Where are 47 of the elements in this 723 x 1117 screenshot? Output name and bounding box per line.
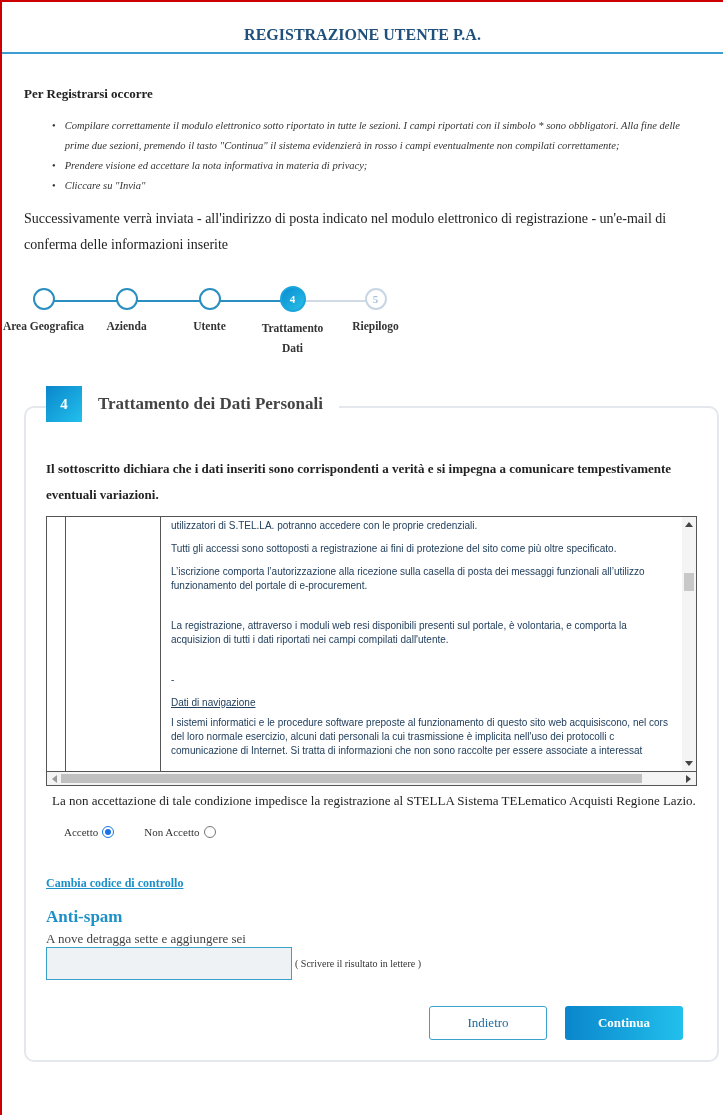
answer-field[interactable] <box>46 947 292 980</box>
back-button[interactable]: Indietro <box>429 1006 547 1040</box>
scrollbar-thumb[interactable] <box>684 573 694 591</box>
intro-heading: Per Registrarsi occorre <box>24 86 154 102</box>
scroll-right-icon[interactable] <box>686 774 692 783</box>
step-label: Utente <box>193 319 226 334</box>
privacy-text-box[interactable] <box>46 516 697 772</box>
step-label: Azienda <box>106 319 147 334</box>
privacy-paragraph: La registrazione, attraverso i moduli web resi disponibili presenti sul portale, è volontaria, e comporta la acquisizion di tutti i dati riportati nei campi compilati dall'utente. <box>171 619 628 647</box>
vertical-scrollbar[interactable] <box>682 517 696 771</box>
step-circle <box>115 288 138 310</box>
step-label: Area Geografica <box>2 319 85 335</box>
horizontal-scrollbar[interactable] <box>47 772 696 785</box>
section-title: Trattamento dei Dati Personali <box>98 394 323 414</box>
step-label: Trattamento Dati <box>260 321 325 356</box>
step-circle: 4 <box>279 286 306 312</box>
bullet-mark: • <box>52 179 56 193</box>
instruction-item: Compilare correttamente il modulo elettronico sotto riportato in tutte le sezioni. I campi riportati con il simbolo * sono obbligatori. Alla fine delle prime due sezioni, premendo il tasto "Continua" il sistema evidenzierà in rosso i campi eventualmente non compilati correttamente; <box>64 119 681 153</box>
confirmation-note: Successivamente verrà inviata - all'indirizzo di posta indicato nel modulo elettronico di registrazione - un'e-mail di conferma delle informazioni inserite <box>24 210 668 254</box>
antispam-question: A nove detragga sette e aggiungere sei <box>46 931 247 947</box>
scroll-down-icon[interactable] <box>685 761 693 767</box>
step-circle: 5 <box>364 288 387 310</box>
privacy-paragraph: L’iscrizione comporta l’autorizzazione alla ricezione sulla casella di posta dei messaggi funzionali all’utilizzo funzionamento del portale di e-procurement. <box>171 565 646 593</box>
privacy-subheading: Dati di navigazione <box>171 696 257 710</box>
step-circle <box>198 288 221 310</box>
instruction-item: Cliccare su "Invia" <box>64 179 146 193</box>
bullet-mark: • <box>52 159 56 173</box>
consent-radio[interactable]: Accetto <box>64 826 115 838</box>
privacy-paragraph: Tutti gli accessi sono sottoposti a registrazione ai fini di protezione del sito come più oltre specificato. <box>171 542 618 556</box>
bullet-mark: • <box>52 119 56 133</box>
privacy-paragraph: I sistemi informatici e le procedure software preposte al funzionamento di questo sito web acquisiscono, nel cors del loro normale esercizio, alcuni dati personali la cui trasmissione è implicita nell'uso dei protocolli c comunicazione di Internet. Si tratta di informazioni che non sono raccolte per essere associate a interessat <box>171 716 669 758</box>
instruction-item: Prendere visione ed accettare la nota informativa in materia di privacy; <box>64 159 368 173</box>
scroll-left-icon[interactable] <box>51 774 57 783</box>
step-label: Riepilogo <box>352 319 399 335</box>
privacy-paragraph: - <box>171 673 176 687</box>
scrollbar-thumb[interactable] <box>61 774 642 783</box>
section-number: 4 <box>46 386 82 422</box>
step-circle <box>32 288 55 310</box>
page-title: REGISTRAZIONE UTENTE P.A. <box>244 26 481 44</box>
declaration-text: Il sottoscritto dichiara che i dati inseriti sono corrispondenti a verità e si impegna a comunicare tempestivamente eventuali variazioni. <box>46 460 673 504</box>
change-code-link[interactable]: Cambia codice di controllo <box>46 876 184 891</box>
answer-hint: ( Scrivere il risultato in lettere ) <box>295 958 422 969</box>
refusal-note: La non accettazione di tale condizione impedisce la registrazione al STELLA Sistema TELematico Acquisti Regione Lazio. <box>52 792 697 810</box>
consent-radio[interactable]: Non Accetto <box>144 826 216 838</box>
antispam-heading: Anti-spam <box>46 907 124 927</box>
scroll-up-icon[interactable] <box>685 521 693 527</box>
privacy-paragraph: utilizzatori di S.TEL.LA. potranno accedere con le proprie credenziali. <box>171 519 479 533</box>
